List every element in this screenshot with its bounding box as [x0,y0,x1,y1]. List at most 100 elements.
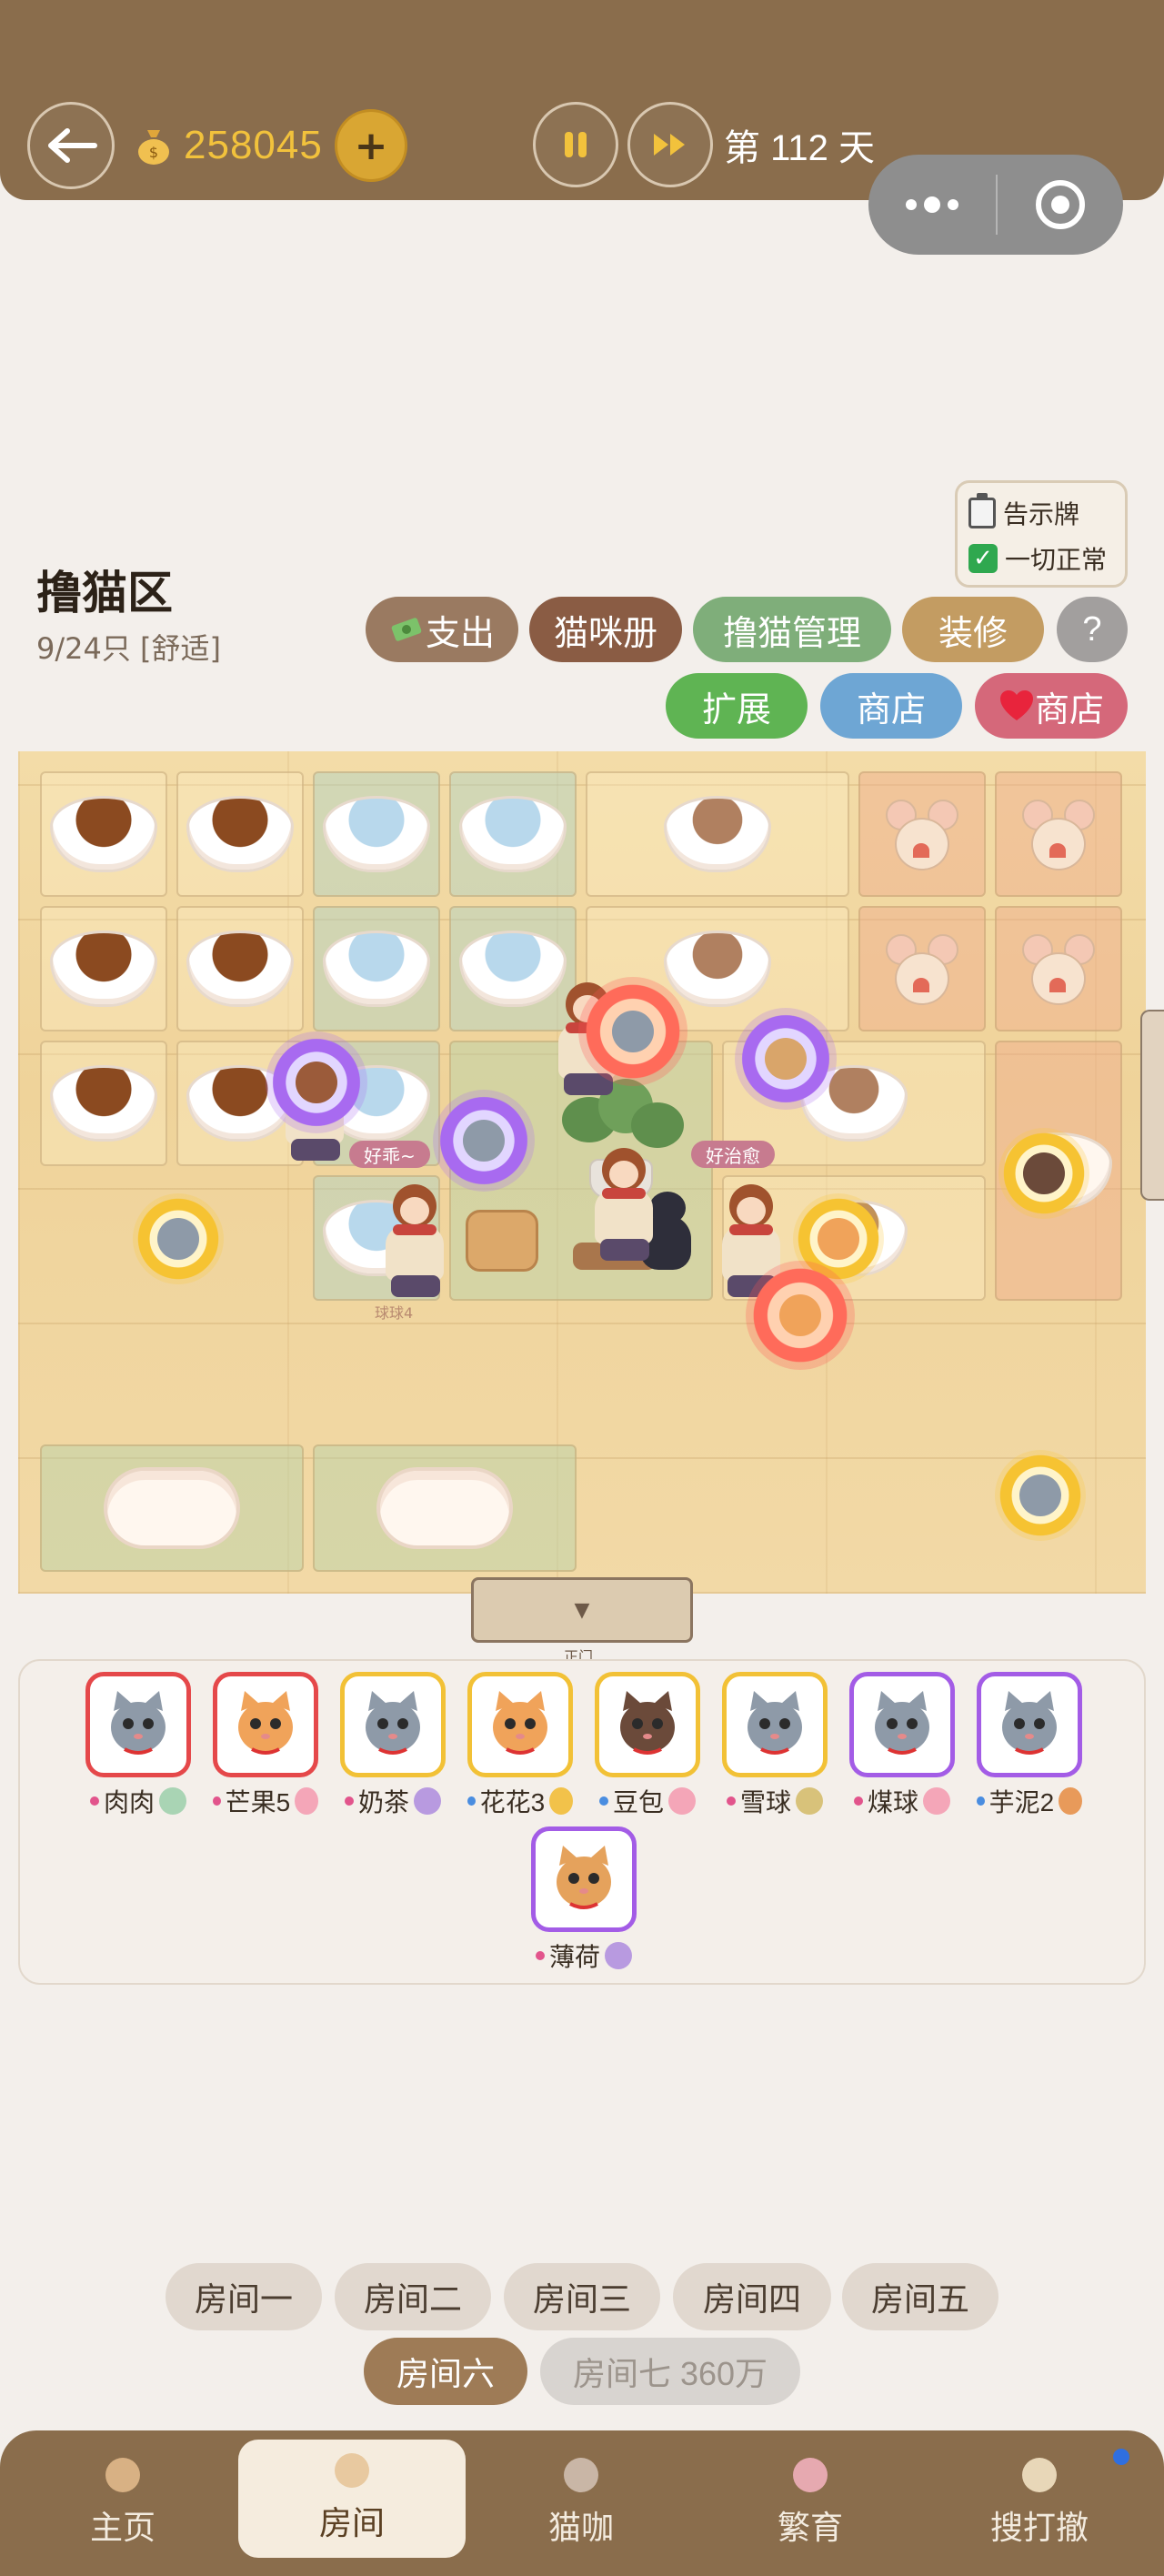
back-arrow-icon [48,128,97,163]
nav-item[interactable]: 猫咖 [467,2430,695,2576]
cat-card[interactable]: 薄荷 [531,1826,637,1974]
side-panel-handle[interactable] [1140,1010,1164,1201]
help-button[interactable]: ? [1057,597,1128,662]
food-bowl-tile[interactable] [176,906,304,1031]
room-tab[interactable]: 房间一 [166,2263,322,2330]
cat-bed-tile[interactable] [40,1444,304,1572]
mouse-toy [1015,790,1102,878]
water-bowl-tile[interactable] [313,771,440,897]
cat-name: 煤球 [867,1788,918,1816]
cat-name-row: 薄荷 [531,1937,637,1974]
cat-sprite [1023,1152,1065,1194]
gender-dot [535,1951,545,1960]
notice-board[interactable]: 告示牌 ✓ 一切正常 [955,480,1128,588]
cat-marker-gold[interactable] [133,1193,224,1284]
water-bowl [323,796,430,872]
room-tab[interactable]: 房间二 [335,2263,491,2330]
water-bowl [323,931,430,1007]
notice-title-row: 告示牌 [968,490,1114,536]
nav-item[interactable]: 房间 [238,2440,466,2558]
cat-marker-purple[interactable] [433,1090,535,1192]
food-bowl-tile[interactable] [40,1041,167,1166]
cat-face-icon [111,1691,166,1755]
room-tab[interactable]: 房间七 360万 [540,2338,800,2405]
heart-shop-button[interactable]: 商店 [975,673,1128,739]
close-miniprogram-button[interactable] [998,155,1123,255]
cat-card[interactable]: 奶茶 [340,1672,446,1819]
food-bowl-tile[interactable] [40,771,167,897]
cat-card[interactable]: 豆包 [595,1672,700,1819]
trait-icon [1059,1787,1082,1815]
shop-button[interactable]: 商店 [820,673,962,739]
cat-marker-purple[interactable] [266,1031,367,1133]
money-icon [391,618,422,641]
food-bowl-tile[interactable] [176,771,304,897]
mouse-toy-tile[interactable] [858,771,986,897]
customer-girl[interactable] [373,1184,455,1303]
nav-item[interactable]: 繁育 [697,2430,924,2576]
grain-bowl-tile[interactable] [586,771,849,897]
back-button[interactable] [27,102,115,189]
customer-girl[interactable] [582,1148,664,1266]
cat-card[interactable]: 煤球 [849,1672,955,1819]
room-tab[interactable]: 房间五 [842,2263,998,2330]
cat-book-button[interactable]: 猫咪册 [529,597,682,662]
more-button[interactable] [868,155,996,255]
cat-marker-gold[interactable] [998,1128,1089,1219]
checkmark-icon: ✓ [968,544,998,573]
room-icon [335,2453,369,2488]
pause-button[interactable] [533,102,618,187]
water-bowl-tile[interactable] [313,906,440,1031]
room-tab[interactable]: 房间四 [673,2263,831,2330]
cat-name: 花花3 [479,1788,546,1816]
trait-icon [414,1787,441,1815]
gender-dot [598,1796,608,1806]
add-coins-button[interactable]: + [335,109,407,182]
cat-card[interactable]: 肉肉 [85,1672,191,1819]
notice-title: 告示牌 [1003,499,1080,529]
cat-bed-tile[interactable] [313,1444,577,1572]
cat-name: 芒果5 [225,1788,291,1816]
room-tab[interactable]: 房间三 [504,2263,660,2330]
room-tab[interactable]: 房间六 [364,2338,527,2405]
expense-label: 支出 [425,614,495,653]
cat-card[interactable]: 花花3 [467,1672,573,1819]
cat-food-bowl [186,796,294,872]
mouse-toy-tile[interactable] [995,906,1122,1031]
gender-dot [726,1796,736,1806]
cat-card[interactable]: 芋泥2 [977,1672,1082,1819]
mouse-toy-tile[interactable] [858,906,986,1031]
coin-amount: 258045 [184,123,323,167]
cat-marker-red[interactable] [578,977,687,1086]
cat-management-button[interactable]: 撸猫管理 [693,597,891,662]
cat-card[interactable]: 芒果5 [213,1672,318,1819]
cat-play-area[interactable]: 好乖~ 好治愈 球球4 [18,751,1146,1594]
cat-marker-purple[interactable] [735,1008,837,1110]
cat-marker-gold[interactable] [995,1450,1086,1541]
water-bowl-tile[interactable] [449,771,577,897]
cat-face-icon [238,1691,293,1755]
expense-button[interactable]: 支出 [366,597,518,662]
notification-dot [1113,2449,1129,2465]
trait-icon [796,1787,823,1815]
bottom-nav: 主页 房间 猫咖 繁育 搜打撤 [0,2430,1164,2576]
cat-sprite [1019,1474,1061,1516]
heart-shop-label: 商店 [1034,690,1104,730]
fast-forward-button[interactable] [627,102,713,187]
cat-face-icon [620,1691,675,1755]
cat-portrait [722,1672,828,1777]
cat-portrait [595,1672,700,1777]
notice-status: 一切正常 [1005,545,1108,575]
food-bowl-tile[interactable] [40,906,167,1031]
cat-face-icon [1002,1691,1057,1755]
cat-marker-red[interactable] [746,1261,855,1370]
decorate-button[interactable]: 装修 [902,597,1044,662]
nav-label: 房间 [318,2504,385,2541]
front-door-toggle[interactable]: ▼ [471,1577,693,1643]
nav-item[interactable]: 主页 [9,2430,236,2576]
cat-bed [376,1467,513,1549]
cat-card[interactable]: 雪球 [722,1672,828,1819]
expand-button[interactable]: 扩展 [666,673,808,739]
trait-icon [605,1942,632,1969]
mouse-toy-tile[interactable] [995,771,1122,897]
